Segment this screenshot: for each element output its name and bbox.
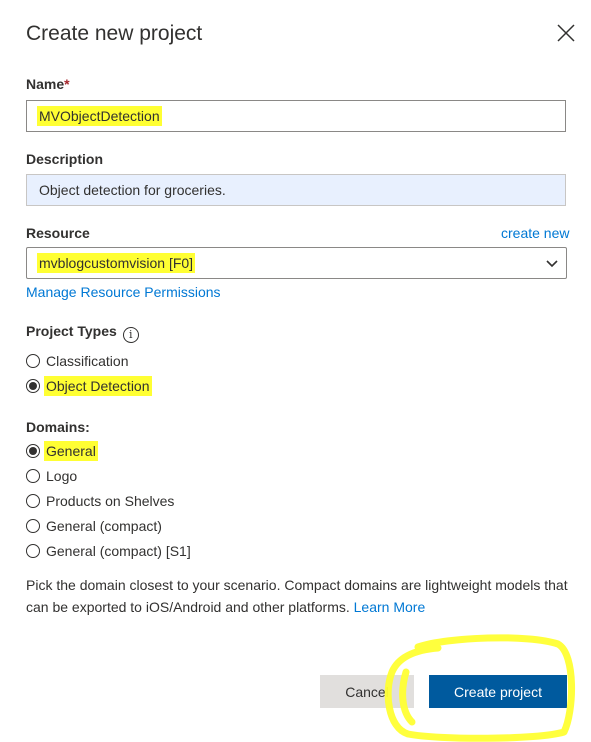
radio-label: General: [44, 441, 98, 461]
create-project-button[interactable]: Create project: [429, 675, 567, 708]
create-project-dialog: Create new project Name* MVObjectDetecti…: [0, 0, 591, 742]
radio-domain-general[interactable]: General: [26, 441, 98, 461]
radio-domain-products-on-shelves[interactable]: Products on Shelves: [26, 491, 174, 511]
description-input[interactable]: Object detection for groceries.: [26, 174, 566, 206]
description-label: Description: [26, 151, 104, 167]
radio-circle: [26, 544, 40, 558]
name-label: Name*: [26, 76, 70, 92]
create-new-link[interactable]: create new: [501, 225, 569, 241]
dialog-title: Create new project: [26, 22, 203, 45]
radio-label: Logo: [46, 468, 78, 484]
manage-resource-permissions-link[interactable]: Manage Resource Permissions: [26, 284, 221, 300]
radio-domain-general-compact[interactable]: General (compact): [26, 516, 162, 536]
radio-domain-logo[interactable]: Logo: [26, 466, 77, 486]
radio-circle-checked: [26, 444, 40, 458]
close-button[interactable]: [556, 23, 576, 43]
radio-circle: [26, 469, 40, 483]
radio-classification[interactable]: Classification: [26, 351, 128, 371]
description-input-value: Object detection for groceries.: [39, 182, 226, 198]
name-input[interactable]: MVObjectDetection: [26, 100, 566, 132]
radio-circle: [26, 519, 40, 533]
chevron-down-icon: [546, 260, 558, 268]
resource-label: Resource: [26, 225, 90, 241]
domain-hint-text: Pick the domain closest to your scenario…: [26, 577, 568, 615]
domains-label: Domains:: [26, 419, 90, 435]
resource-select-value: mvblogcustomvision [F0]: [37, 253, 196, 273]
resource-select[interactable]: mvblogcustomvision [F0]: [26, 247, 567, 279]
name-input-value: MVObjectDetection: [37, 106, 162, 126]
project-types-label: Project Types i: [26, 323, 139, 343]
radio-label: General (compact): [46, 518, 162, 534]
radio-circle-checked: [26, 379, 40, 393]
close-icon: [557, 24, 575, 42]
radio-label: Classification: [46, 353, 129, 369]
radio-circle: [26, 354, 40, 368]
radio-circle: [26, 494, 40, 508]
radio-object-detection[interactable]: Object Detection: [26, 376, 152, 396]
required-mark: *: [64, 76, 70, 92]
radio-label: General (compact) [S1]: [46, 543, 191, 559]
learn-more-link[interactable]: Learn More: [354, 599, 426, 615]
radio-label: Products on Shelves: [46, 493, 175, 509]
info-icon[interactable]: i: [122, 327, 139, 343]
cancel-button[interactable]: Cancel: [320, 675, 414, 708]
radio-label: Object Detection: [44, 376, 152, 396]
radio-domain-general-compact-s1[interactable]: General (compact) [S1]: [26, 541, 191, 561]
